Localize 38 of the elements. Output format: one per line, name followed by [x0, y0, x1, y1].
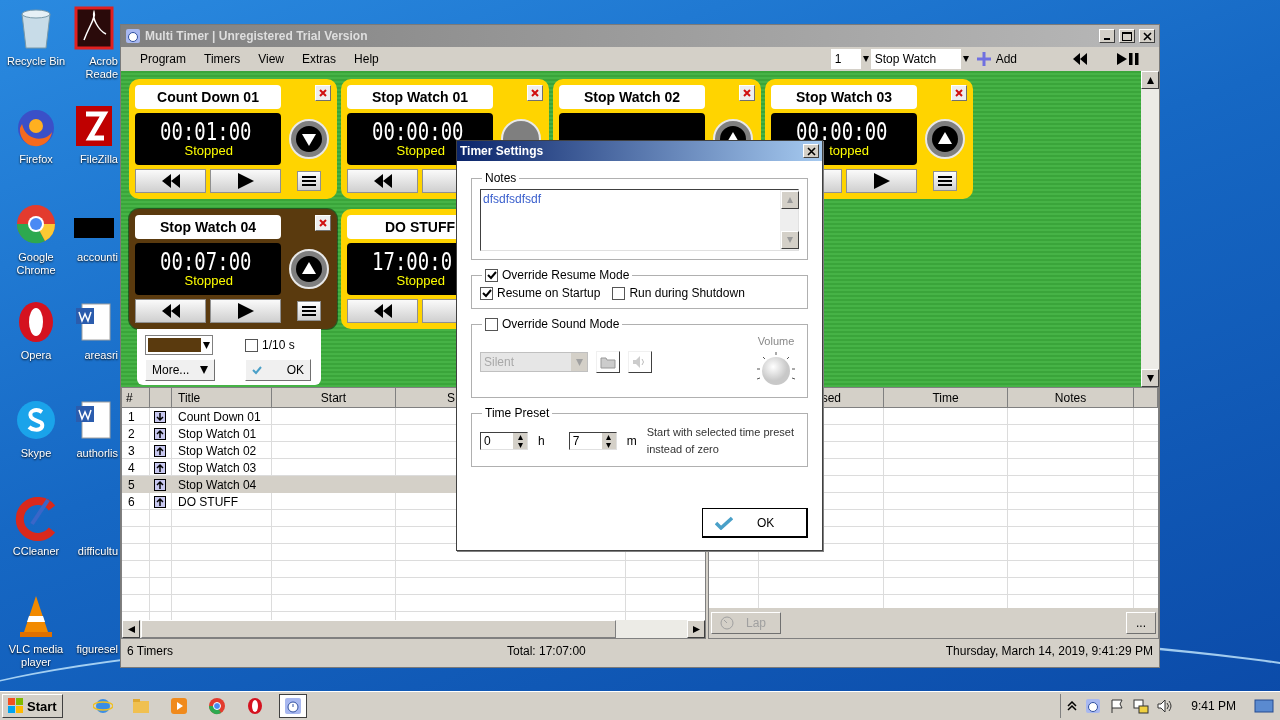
volume-label: Volume: [757, 335, 795, 347]
timer-title: Stop Watch 03: [771, 85, 917, 109]
dialog-title: Timer Settings: [460, 144, 544, 158]
row-number: 1: [128, 409, 135, 424]
timer-time: 00:00:00: [371, 115, 464, 146]
timer-count: 6 Timers: [127, 644, 174, 658]
preset-hint: Start with selected time preset instead of zero: [646, 425, 796, 457]
timer-time: 17:00:0: [371, 245, 453, 276]
row-number: 2: [128, 426, 135, 441]
timer-title: Count Down 01: [135, 85, 281, 109]
row-number: 5: [128, 477, 135, 492]
group-label: Time Preset: [484, 406, 551, 420]
window-title: Multi Timer | Unregistered Trial Version: [145, 29, 369, 43]
timer-status: Stopped: [184, 273, 233, 289]
timer-name: Stop Watch 01: [178, 426, 257, 441]
unit-label: h: [538, 434, 545, 448]
total-time: Total: 17:07:00: [507, 644, 587, 658]
timer-name: Count Down 01: [178, 409, 261, 424]
timer-status: Stopped: [396, 143, 445, 159]
timer-time: 00:01:00: [159, 115, 252, 146]
row-number: 3: [128, 443, 135, 458]
group-label: Notes: [484, 171, 518, 185]
timer-title: Stop Watch 02: [559, 85, 705, 109]
row-number: 4: [128, 460, 135, 475]
timer-status: Stopped: [184, 143, 233, 159]
timer-status: Stopped: [396, 273, 445, 289]
timer-time: 00:00:00: [795, 115, 888, 146]
unit-label: m: [626, 434, 637, 448]
timer-name: Stop Watch 03: [178, 460, 257, 475]
date-time: Thursday, March 14, 2019, 9:41:29 PM: [945, 644, 1153, 658]
timer-title: Stop Watch 01: [347, 85, 493, 109]
timer-name: DO STUFF: [178, 494, 238, 509]
timer-name: Stop Watch 02: [178, 443, 257, 458]
row-number: 6: [128, 494, 135, 509]
timer-status: topped: [829, 143, 869, 159]
timer-time: 00:07:00: [159, 245, 252, 276]
timer-title: Stop Watch 04: [135, 215, 281, 239]
timer-name: Stop Watch 04: [178, 477, 257, 492]
